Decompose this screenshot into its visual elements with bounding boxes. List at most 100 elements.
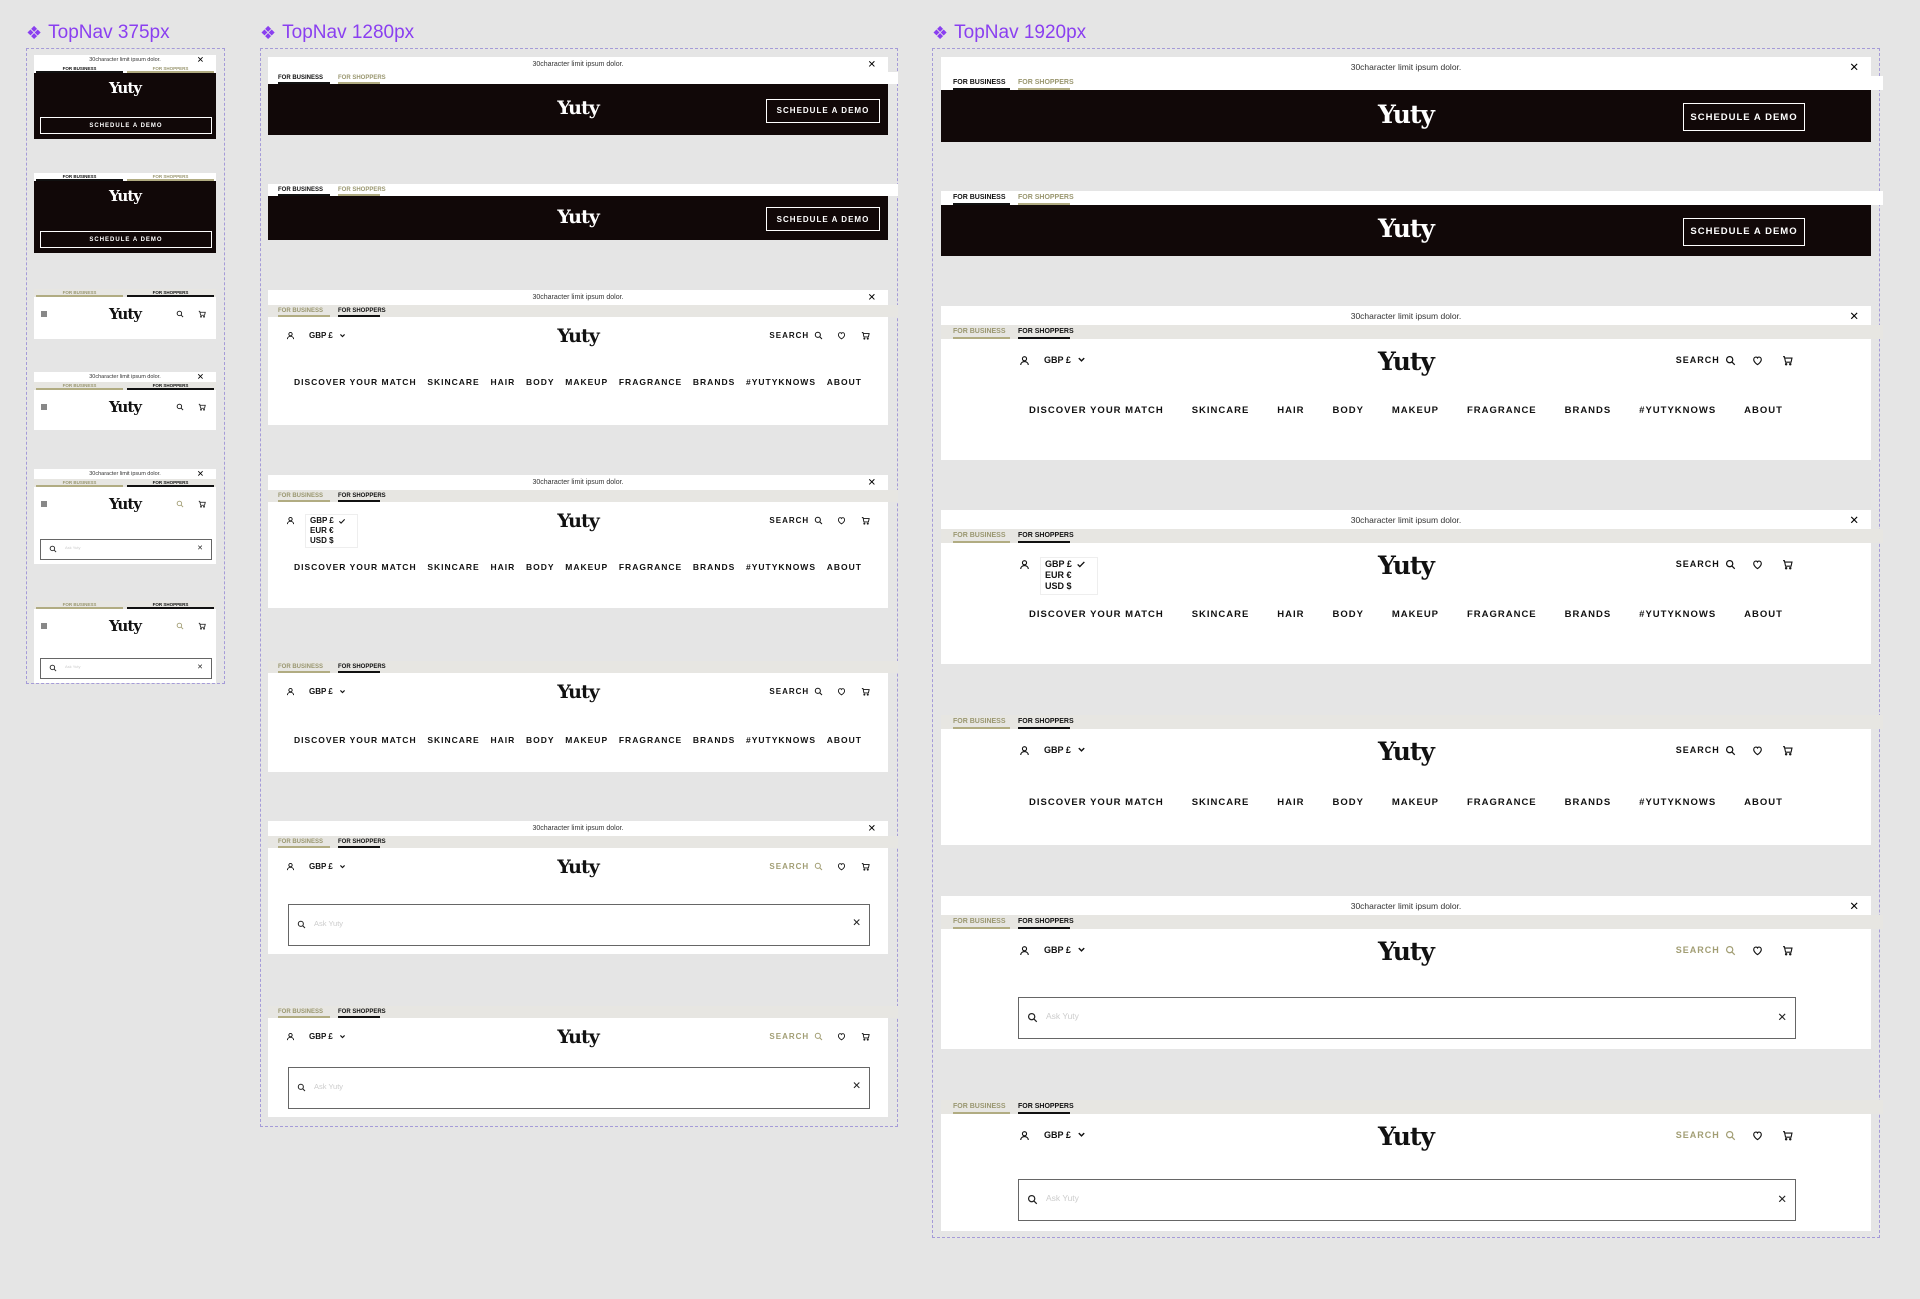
tab-business[interactable]: FOR BUSINESS [278,305,338,317]
close-icon[interactable]: ✕ [868,477,876,488]
search-icon[interactable] [176,310,184,318]
tab-shoppers[interactable]: FOR SHOPPERS [126,289,215,297]
currency-selector[interactable]: GBP £ [1044,355,1086,365]
cart-icon[interactable] [861,1032,870,1041]
user-icon[interactable] [1019,355,1030,366]
menu-item[interactable]: HAIR [1277,609,1304,620]
tab-business[interactable]: FOR BUSINESS [35,289,124,297]
menu-item[interactable]: #YUTYKNOWS [1639,609,1716,620]
currency-selector[interactable]: GBP £ [309,1032,346,1041]
menu-item[interactable]: BRANDS [693,735,735,745]
cart-icon[interactable] [1782,745,1793,756]
yuty-logo[interactable]: Yuty [109,79,142,97]
menu-item[interactable]: DISCOVER YOUR MATCH [294,562,417,572]
currency-option[interactable]: GBP £ [1045,559,1093,570]
clear-search-icon[interactable]: ✕ [1777,1192,1787,1206]
yuty-logo[interactable]: Yuty [1378,347,1435,376]
cart-icon[interactable] [1782,355,1793,366]
menu-item[interactable]: MAKEUP [565,735,608,745]
currency-option[interactable]: USD $ [310,536,353,546]
tab-shoppers[interactable]: FOR SHOPPERS [338,490,388,502]
menu-item[interactable]: MAKEUP [1392,405,1439,416]
close-icon[interactable]: ✕ [1849,899,1859,913]
schedule-demo-button[interactable]: SCHEDULE A DEMO [1683,103,1805,131]
tab-business[interactable]: FOR BUSINESS [35,601,124,609]
search-toggle[interactable]: SEARCH [769,687,823,696]
heart-icon[interactable] [1752,745,1763,756]
yuty-logo[interactable]: Yuty [557,510,600,532]
menu-item[interactable]: MAKEUP [565,562,608,572]
menu-item[interactable]: SKINCARE [427,377,479,387]
schedule-demo-button[interactable]: SCHEDULE A DEMO [40,117,212,134]
tab-shoppers[interactable]: FOR SHOPPERS [126,479,215,487]
tab-shoppers[interactable]: FOR SHOPPERS [1018,191,1078,205]
currency-selector[interactable]: GBP £ [309,687,346,696]
tab-shoppers[interactable]: FOR SHOPPERS [338,661,388,673]
schedule-demo-button[interactable]: SCHEDULE A DEMO [1683,217,1805,246]
search-toggle[interactable]: SEARCH [769,331,823,340]
menu-item[interactable]: HAIR [490,562,515,572]
menu-item[interactable]: BRANDS [693,377,735,387]
close-icon[interactable]: ✕ [197,469,204,480]
close-icon[interactable]: ✕ [1849,309,1859,323]
user-icon[interactable] [1019,945,1030,956]
user-icon[interactable] [286,862,295,871]
tab-business[interactable]: FOR BUSINESS [35,173,124,181]
tab-shoppers[interactable]: FOR SHOPPERS [1018,76,1078,90]
menu-item[interactable]: #YUTYKNOWS [1639,405,1716,416]
schedule-demo-button[interactable]: SCHEDULE A DEMO [766,207,880,231]
schedule-demo-button[interactable]: SCHEDULE A DEMO [40,231,212,248]
menu-item[interactable]: BODY [526,735,555,745]
menu-item[interactable]: BRANDS [693,562,735,572]
tab-business[interactable]: FOR BUSINESS [953,325,1018,339]
menu-item[interactable]: BRANDS [1565,405,1612,416]
menu-item[interactable]: BODY [526,377,555,387]
close-icon[interactable]: ✕ [197,55,204,66]
menu-item[interactable]: ABOUT [1744,405,1783,416]
tab-business[interactable]: FOR BUSINESS [278,184,338,196]
search-toggle[interactable]: SEARCH [769,862,823,871]
user-icon[interactable] [286,331,295,340]
tab-business[interactable]: FOR BUSINESS [278,661,338,673]
heart-icon[interactable] [1752,1130,1763,1141]
hamburger-icon[interactable] [40,622,48,630]
tab-business[interactable]: FOR BUSINESS [953,529,1018,543]
close-icon[interactable]: ✕ [1849,60,1859,74]
search-icon[interactable] [176,403,184,411]
tab-business[interactable]: FOR BUSINESS [278,1006,338,1018]
close-icon[interactable]: ✕ [1849,513,1859,527]
cart-icon[interactable] [198,622,206,630]
menu-item[interactable]: DISCOVER YOUR MATCH [294,735,417,745]
yuty-logo[interactable]: Yuty [109,187,142,205]
menu-item[interactable]: ABOUT [827,377,862,387]
menu-item[interactable]: DISCOVER YOUR MATCH [294,377,417,387]
yuty-logo[interactable]: Yuty [1378,100,1435,129]
menu-item[interactable]: ABOUT [1744,797,1783,808]
yuty-logo[interactable]: Yuty [109,495,142,513]
yuty-logo[interactable]: Yuty [1378,1122,1435,1151]
menu-item[interactable]: #YUTYKNOWS [746,377,816,387]
search-input[interactable]: Ask Yuty ✕ [1018,1179,1796,1221]
clear-search-icon[interactable]: ✕ [1777,1010,1787,1024]
tab-shoppers[interactable]: FOR SHOPPERS [1018,1100,1078,1114]
yuty-logo[interactable]: Yuty [557,856,600,878]
menu-item[interactable]: SKINCARE [1192,797,1250,808]
clear-search-icon[interactable]: ✕ [197,663,203,671]
cart-icon[interactable] [198,310,206,318]
cart-icon[interactable] [1782,1130,1793,1141]
search-toggle[interactable]: SEARCH [1676,745,1736,756]
close-icon[interactable]: ✕ [868,823,876,834]
tab-shoppers[interactable]: FOR SHOPPERS [338,72,388,84]
tab-shoppers[interactable]: FOR SHOPPERS [1018,915,1078,929]
search-toggle[interactable]: SEARCH [769,516,823,525]
cart-icon[interactable] [198,500,206,508]
search-toggle[interactable]: SEARCH [769,1032,823,1041]
hamburger-icon[interactable] [40,500,48,508]
search-toggle[interactable]: SEARCH [1676,1130,1736,1141]
currency-option[interactable]: EUR € [1045,570,1093,581]
menu-item[interactable]: #YUTYKNOWS [746,562,816,572]
tab-business[interactable]: FOR BUSINESS [953,1100,1018,1114]
cart-icon[interactable] [861,687,870,696]
menu-item[interactable]: HAIR [490,377,515,387]
menu-item[interactable]: DISCOVER YOUR MATCH [1029,405,1164,416]
